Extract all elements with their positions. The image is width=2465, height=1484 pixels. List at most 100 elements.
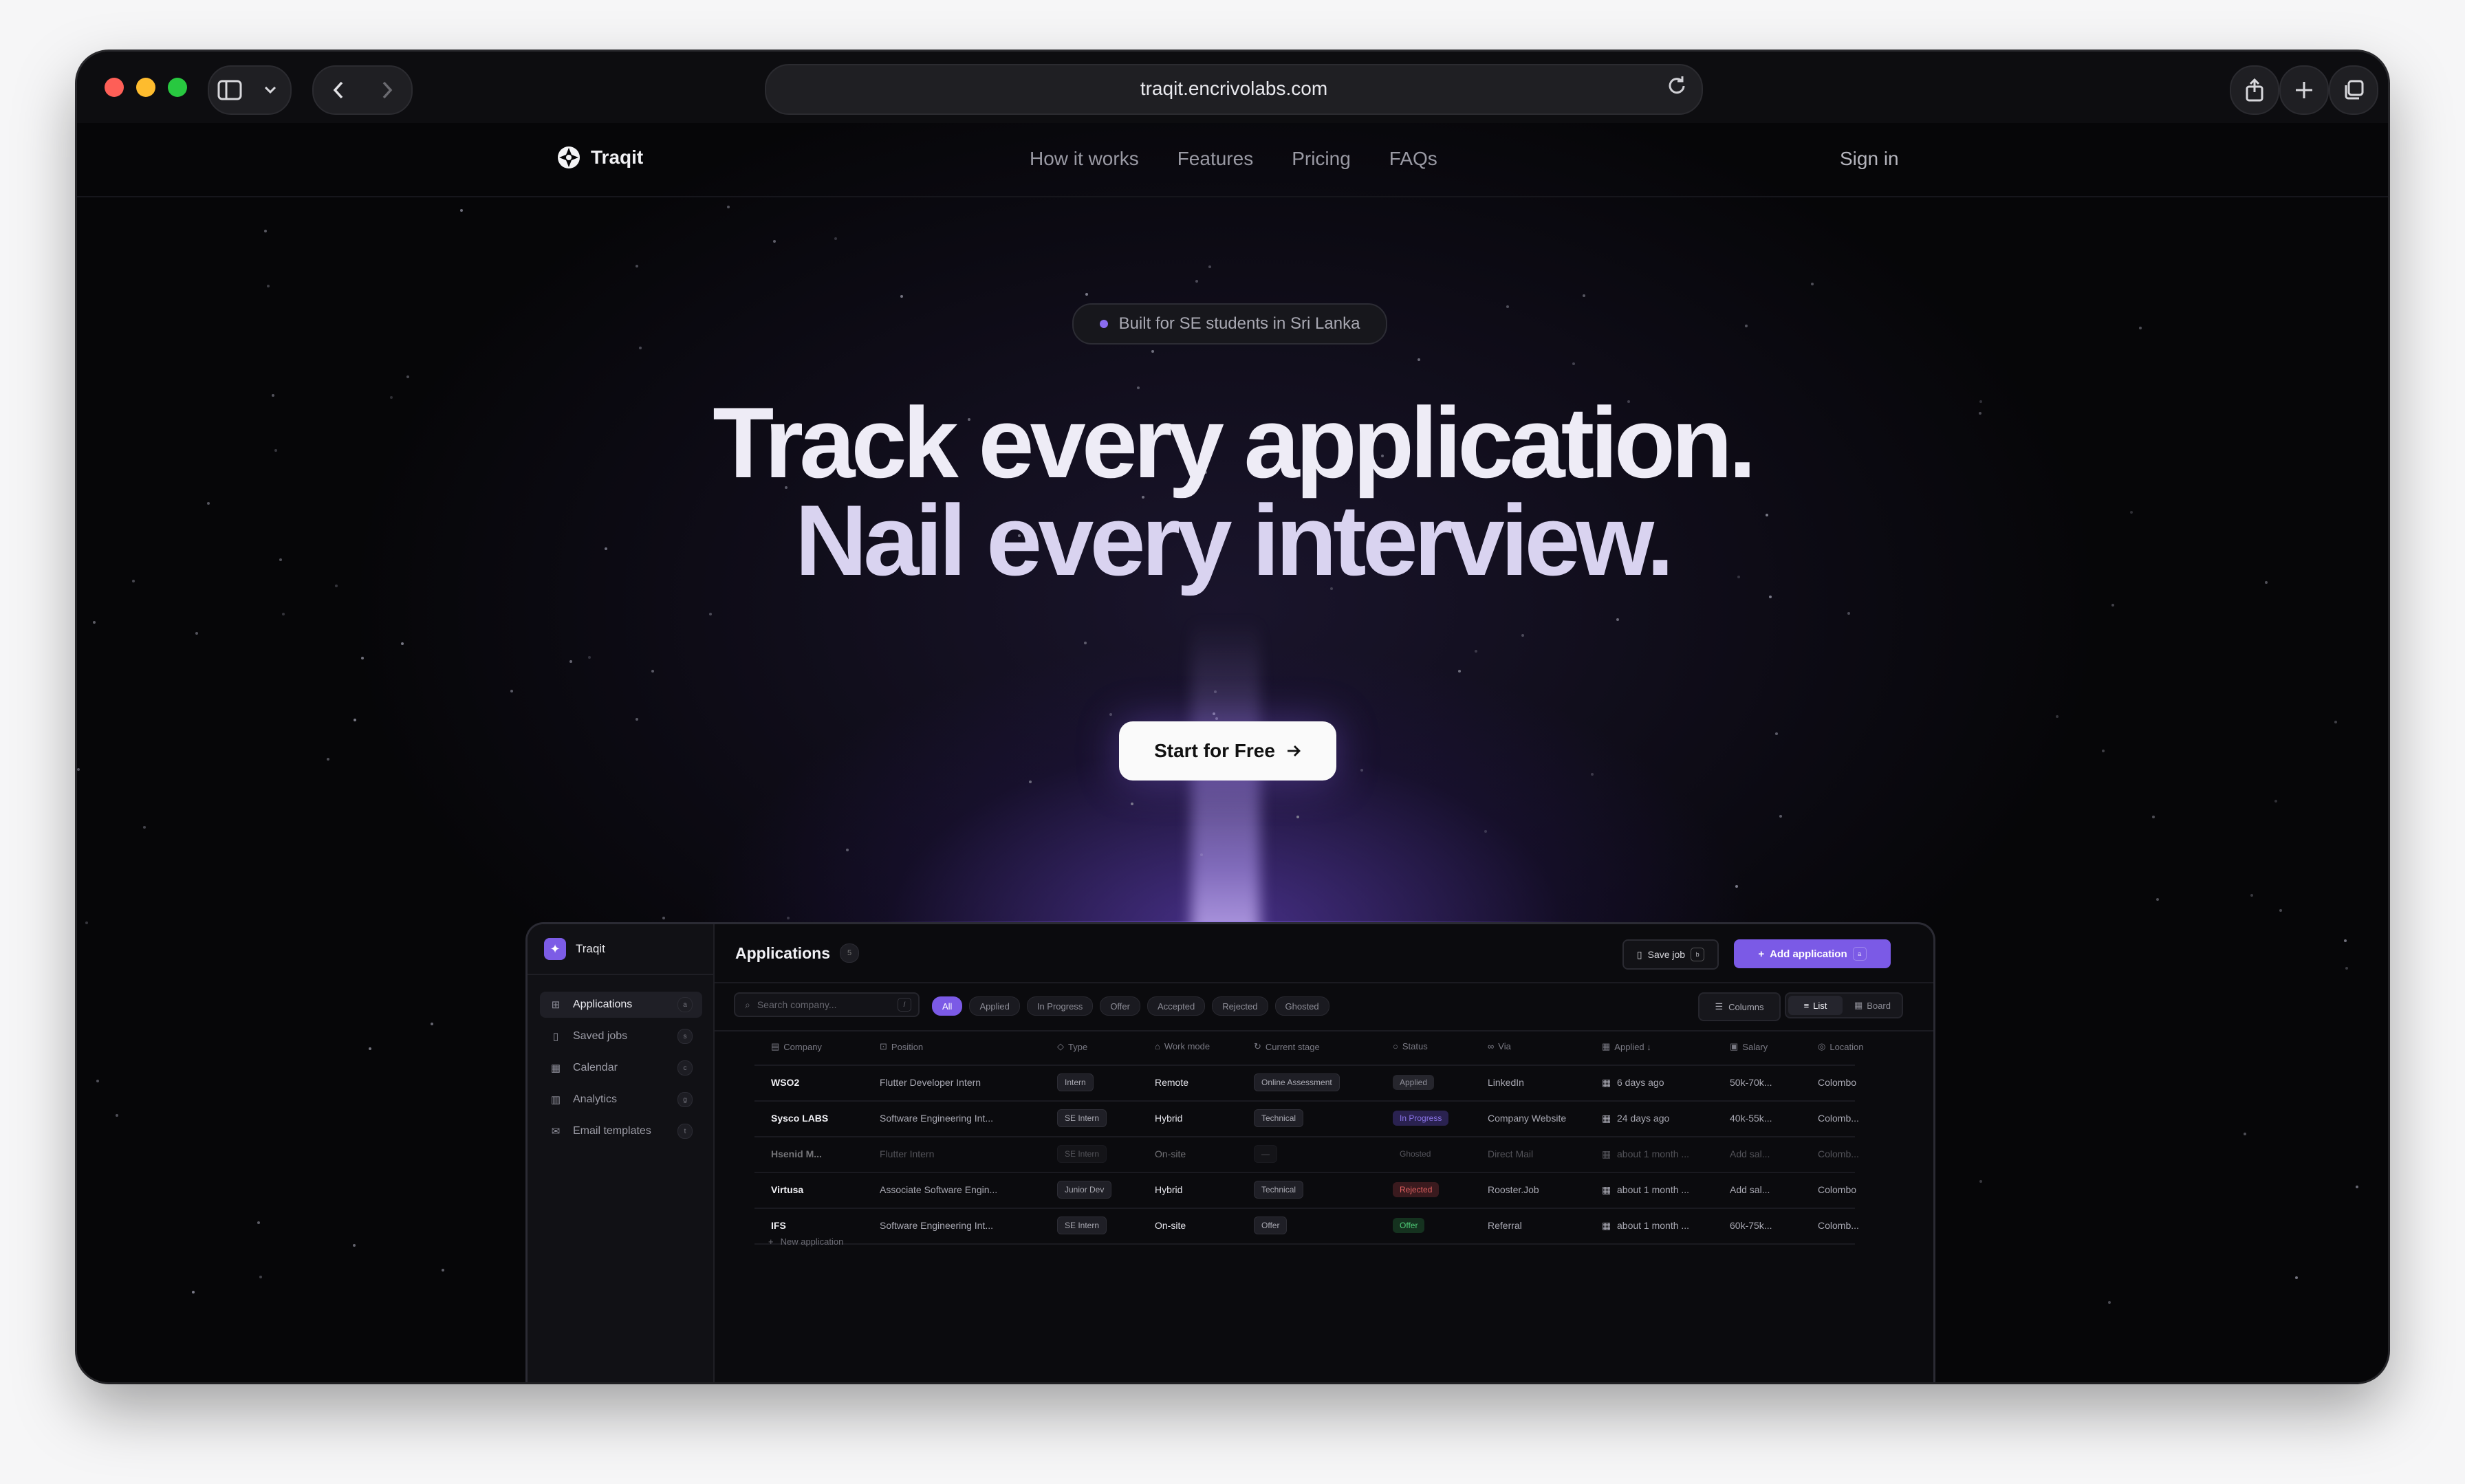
mail-icon: ✉ bbox=[551, 1126, 561, 1137]
star bbox=[709, 613, 712, 615]
table-row[interactable]: Hsenid M... Flutter Intern SE Intern On-sit… bbox=[754, 1137, 1859, 1173]
column-label: Via bbox=[1498, 1041, 1511, 1051]
shortcut-key: a bbox=[1852, 947, 1867, 961]
search-input[interactable]: ⌕ Search company... / bbox=[734, 992, 920, 1017]
filter-chip-accepted[interactable]: Accepted bbox=[1147, 996, 1206, 1016]
sidebar-item-applications[interactable]: ⊞ Applications a bbox=[540, 992, 702, 1018]
table-row[interactable]: IFS Software Engineering Int... SE Intern O… bbox=[754, 1209, 1859, 1245]
cell-location: Colomb... bbox=[1818, 1113, 1859, 1124]
save-job-button[interactable]: ▯ Save job b bbox=[1622, 939, 1719, 970]
new-tab-icon[interactable] bbox=[2279, 65, 2329, 115]
chevron-down-icon[interactable] bbox=[251, 71, 290, 109]
star bbox=[369, 1047, 371, 1050]
cell-applied: about 1 month ... bbox=[1617, 1220, 1690, 1231]
shortcut-key: / bbox=[898, 998, 911, 1012]
star bbox=[1572, 362, 1575, 365]
sidebar-toggle-icon[interactable] bbox=[210, 71, 249, 109]
share-icon[interactable] bbox=[2230, 65, 2279, 115]
nav-link-how-it-works[interactable]: How it works bbox=[1030, 148, 1139, 170]
link-icon: ∞ bbox=[1488, 1041, 1495, 1051]
sidebar-divider bbox=[528, 974, 713, 975]
top-navigation: Traqit How it works Features Pricing FAQ… bbox=[77, 123, 2388, 197]
board-icon: ▦ bbox=[1854, 1000, 1863, 1010]
column-header-company[interactable]: ▤ Company bbox=[771, 1041, 822, 1052]
cell-company: Virtusa bbox=[771, 1184, 804, 1195]
column-label: Location bbox=[1829, 1041, 1864, 1052]
column-header-status[interactable]: ○ Status bbox=[1393, 1041, 1428, 1051]
cell-work-mode: Remote bbox=[1155, 1077, 1189, 1088]
column-header-via[interactable]: ∞ Via bbox=[1488, 1041, 1511, 1051]
column-header-salary[interactable]: ▣ Salary bbox=[1730, 1041, 1768, 1052]
nav-link-faqs[interactable]: FAQs bbox=[1389, 148, 1437, 170]
table-row[interactable]: Sysco LABS Software Engineering Int... SE … bbox=[754, 1102, 1859, 1137]
sidebar-item-calendar[interactable]: ▦ Calendar c bbox=[540, 1055, 702, 1081]
cell-position: Software Engineering Int... bbox=[880, 1220, 993, 1231]
column-header-applied[interactable]: ▦ Applied ↓ bbox=[1602, 1041, 1651, 1052]
column-header-work-mode[interactable]: ⌂ Work mode bbox=[1155, 1041, 1210, 1051]
columns-button[interactable]: ☰ Columns bbox=[1698, 992, 1781, 1021]
filter-chip-rejected[interactable]: Rejected bbox=[1212, 996, 1268, 1016]
start-for-free-button[interactable]: Start for Free bbox=[1119, 721, 1336, 781]
cell-position: Flutter Intern bbox=[880, 1148, 935, 1159]
minimize-window-button[interactable] bbox=[136, 78, 155, 97]
sidebar-item-email-templates[interactable]: ✉ Email templates t bbox=[540, 1118, 702, 1144]
cell-company: Sysco LABS bbox=[771, 1113, 829, 1124]
back-arrow-icon[interactable] bbox=[319, 71, 358, 109]
star bbox=[1583, 294, 1585, 297]
app-header: Applications 5 ▯ Save job b + Add applic… bbox=[715, 924, 1933, 983]
forward-arrow-icon[interactable] bbox=[368, 71, 406, 109]
column-header-type[interactable]: ◇ Type bbox=[1057, 1041, 1087, 1052]
cell-via: LinkedIn bbox=[1488, 1077, 1524, 1088]
star bbox=[116, 1114, 118, 1117]
traqit-logo-icon bbox=[558, 146, 580, 168]
calendar-icon: ▦ bbox=[1602, 1113, 1611, 1124]
add-application-button[interactable]: + Add application a bbox=[1734, 939, 1891, 968]
sidebar-item-saved-jobs[interactable]: ▯ Saved jobs s bbox=[540, 1023, 702, 1049]
table-header: ▤ Company ⊡ Position ◇ Type ⌂ Work mode ↻ Cur… bbox=[754, 1030, 1864, 1066]
star bbox=[2108, 1301, 2111, 1304]
sign-in-link[interactable]: Sign in bbox=[1840, 148, 1899, 170]
filter-chip-ghosted[interactable]: Ghosted bbox=[1274, 996, 1329, 1016]
column-header-location[interactable]: ◎ Location bbox=[1818, 1041, 1864, 1052]
building-icon: ▤ bbox=[771, 1041, 780, 1051]
reload-icon[interactable] bbox=[1666, 74, 1688, 103]
filter-chip-all[interactable]: All bbox=[932, 996, 963, 1016]
zoom-window-button[interactable] bbox=[168, 78, 187, 97]
shortcut-key: c bbox=[677, 1060, 693, 1076]
nav-link-features[interactable]: Features bbox=[1177, 148, 1254, 170]
filter-chip-applied[interactable]: Applied bbox=[969, 996, 1020, 1016]
calendar-icon: ▦ bbox=[550, 1062, 561, 1074]
sidebar-item-label: Email templates bbox=[573, 1125, 651, 1137]
cell-position: Associate Software Engin... bbox=[880, 1184, 998, 1195]
tab-overview-icon[interactable] bbox=[2329, 65, 2378, 115]
sidebar-toggle-group bbox=[208, 65, 292, 115]
star bbox=[1109, 713, 1112, 716]
star bbox=[353, 1244, 356, 1247]
plus-icon: + bbox=[768, 1236, 774, 1247]
star bbox=[1779, 815, 1782, 818]
star bbox=[636, 265, 638, 268]
nav-link-pricing[interactable]: Pricing bbox=[1292, 148, 1351, 170]
brand-logo[interactable]: Traqit bbox=[556, 145, 643, 170]
board-view-button[interactable]: ▦ Board bbox=[1845, 996, 1900, 1015]
column-header-position[interactable]: ⊡ Position bbox=[880, 1041, 923, 1052]
column-header-current-stage[interactable]: ↻ Current stage bbox=[1254, 1041, 1320, 1052]
search-placeholder: Search company... bbox=[757, 999, 837, 1010]
close-window-button[interactable] bbox=[105, 78, 124, 97]
star bbox=[2244, 1133, 2246, 1135]
cell-type-badge: Intern bbox=[1057, 1073, 1094, 1091]
filter-chip-offer[interactable]: Offer bbox=[1100, 996, 1140, 1016]
sidebar-item-analytics[interactable]: ▥ Analytics g bbox=[540, 1087, 702, 1113]
star bbox=[327, 758, 329, 761]
cell-work-mode: On-site bbox=[1155, 1220, 1186, 1231]
star bbox=[2152, 816, 2155, 818]
list-view-button[interactable]: ≡ List bbox=[1788, 996, 1843, 1015]
new-application-button[interactable]: + New application bbox=[768, 1236, 843, 1247]
address-bar[interactable]: traqit.encrivolabs.com bbox=[765, 64, 1703, 115]
table-row[interactable]: WSO2 Flutter Developer Intern Intern Remote… bbox=[754, 1066, 1856, 1102]
search-icon: ⌕ bbox=[745, 999, 750, 1010]
filter-chip-in-progress[interactable]: In Progress bbox=[1026, 996, 1094, 1016]
cell-salary: 40k-55k... bbox=[1730, 1113, 1772, 1124]
cell-via: Referral bbox=[1488, 1220, 1522, 1231]
table-row[interactable]: Virtusa Associate Software Engin... Junior… bbox=[754, 1173, 1856, 1209]
